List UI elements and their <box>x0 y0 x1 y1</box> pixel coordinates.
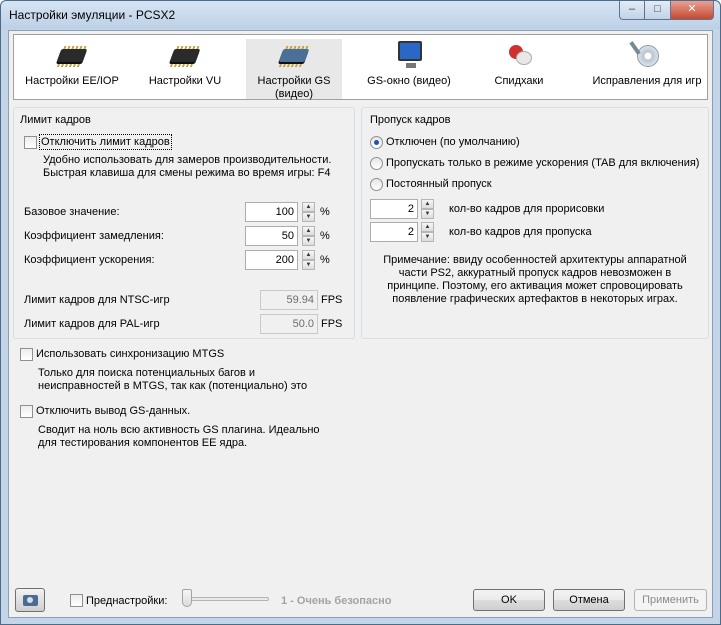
disc-wrench-icon <box>629 41 663 69</box>
cancel-button[interactable]: Отмена <box>553 589 625 611</box>
dialog-client: Настройки EE/IOP Настройки VU Настройки … <box>8 30 713 618</box>
tab-vu[interactable]: Настройки VU <box>130 39 240 99</box>
tab-speedhacks-label: Спидхаки <box>494 75 544 87</box>
window-title: Настройки эмуляции - PCSX2 <box>9 8 176 22</box>
frames-to-skip-input[interactable]: 2 <box>370 222 418 242</box>
maximize-button[interactable]: □ <box>645 1 671 20</box>
tab-gamefixes-label: Исправления для игр <box>592 75 702 87</box>
presets-checkbox[interactable] <box>70 594 83 607</box>
tab-gs[interactable]: Настройки GS (видео) <box>246 39 342 100</box>
pills-icon <box>503 41 535 69</box>
disable-frame-limit-checkbox[interactable] <box>24 136 37 149</box>
minimize-button[interactable]: – <box>619 1 645 20</box>
tab-gs-window[interactable]: GS-окно (видео) <box>354 39 464 99</box>
chip-icon <box>56 41 88 69</box>
close-button[interactable]: ✕ <box>671 1 714 20</box>
frame-skip-title: Пропуск кадров <box>370 114 451 126</box>
tab-ee-iop-label: Настройки EE/IOP <box>25 75 119 87</box>
window-controls: – □ ✕ <box>619 1 714 20</box>
base-value-input[interactable]: 100 <box>245 202 298 222</box>
frames-to-skip-label: кол-во кадров для пропуска <box>449 226 592 238</box>
pal-limit-value: 50.0 <box>260 314 318 334</box>
frame-skip-note: Примечание: ввиду особенностей архитекту… <box>383 254 687 305</box>
turbo-label: Коэффициент ускорения: <box>24 254 155 266</box>
ntsc-fps-unit: FPS <box>321 294 343 306</box>
monitor-icon <box>393 41 425 69</box>
turbo-input[interactable]: 200 <box>245 250 298 270</box>
disable-gs-output-checkbox[interactable] <box>20 405 33 418</box>
ok-button[interactable]: OK <box>473 589 545 611</box>
frame-limit-title: Лимит кадров <box>20 114 91 126</box>
tab-gs-window-label: GS-окно (видео) <box>367 75 451 87</box>
frame-skip-option-turbo[interactable]: Пропускать только в режиме ускорения (TA… <box>386 157 699 169</box>
frame-skip-group: Пропуск кадров Отключен (по умолчанию) П… <box>361 107 709 339</box>
pal-limit-label: Лимит кадров для PAL-игр <box>24 318 160 330</box>
presets-label[interactable]: Преднастройки: <box>86 595 167 607</box>
apply-button[interactable]: Применить <box>634 589 707 611</box>
mtgs-checkbox[interactable] <box>20 348 33 361</box>
tab-gamefixes[interactable]: Исправления для игр <box>588 39 706 99</box>
disable-frame-limit-label[interactable]: Отключить лимит кадров <box>39 134 172 150</box>
base-value-unit: % <box>320 206 330 218</box>
gs-output-desc-2: для тестирования компонентов EE ядра. <box>38 437 248 449</box>
frame-skip-radio-turbo[interactable] <box>370 157 383 170</box>
mtgs-label[interactable]: Использовать синхронизацию MTGS <box>36 348 224 360</box>
base-value-label: Базовое значение: <box>24 206 120 218</box>
title-bar[interactable]: Настройки эмуляции - PCSX2 – □ ✕ <box>1 1 720 29</box>
slow-motion-spinner[interactable]: ▲ ▼ <box>302 226 315 246</box>
frame-skip-option-constant[interactable]: Постоянный пропуск <box>386 178 492 190</box>
tab-gs-label: Настройки GS (видео) <box>257 75 331 100</box>
mtgs-desc-2: неисправностей в MTGS, так как (потенциа… <box>38 380 308 392</box>
slow-motion-unit: % <box>320 230 330 242</box>
screenshot-button[interactable] <box>15 588 45 612</box>
presets-level-text: 1 - Очень безопасно <box>281 595 392 607</box>
frame-limit-group: Лимит кадров Отключить лимит кадров Удоб… <box>13 107 355 339</box>
frame-skip-radio-constant[interactable] <box>370 178 383 191</box>
frame-limit-desc-2: Быстрая клавиша для смены режима во врем… <box>43 167 331 179</box>
frames-to-draw-label: кол-во кадров для прорисовки <box>449 203 605 215</box>
presets-slider-thumb[interactable] <box>182 589 192 607</box>
mtgs-desc-1: Только для поиска потенциальных багов и <box>38 367 256 379</box>
category-toolbar: Настройки EE/IOP Настройки VU Настройки … <box>13 34 708 100</box>
frame-limit-desc-1: Удобно использовать для замеров производ… <box>43 154 332 166</box>
tab-ee-iop[interactable]: Настройки EE/IOP <box>17 39 127 99</box>
turbo-unit: % <box>320 254 330 266</box>
frames-to-draw-input[interactable]: 2 <box>370 199 418 219</box>
base-value-spinner[interactable]: ▲ ▼ <box>302 202 315 222</box>
slow-motion-input[interactable]: 50 <box>245 226 298 246</box>
ntsc-limit-label: Лимит кадров для NTSC-игр <box>24 294 170 306</box>
frames-to-draw-spinner[interactable]: ▲ ▼ <box>421 199 434 219</box>
frame-skip-radio-disabled[interactable] <box>370 136 383 149</box>
slow-motion-label: Коэффициент замедления: <box>24 230 164 242</box>
dialog-window: Настройки эмуляции - PCSX2 – □ ✕ Настрой… <box>0 0 721 625</box>
gs-output-desc-1: Сводит на ноль всю активность GS плагина… <box>38 424 320 436</box>
camera-icon <box>23 595 38 606</box>
turbo-spinner[interactable]: ▲ ▼ <box>302 250 315 270</box>
tab-vu-label: Настройки VU <box>148 75 222 87</box>
frame-skip-option-disabled[interactable]: Отключен (по умолчанию) <box>386 136 520 148</box>
chip-icon <box>169 41 201 69</box>
presets-slider-track[interactable] <box>185 597 269 601</box>
gs-chip-icon <box>278 41 310 69</box>
ntsc-limit-value: 59.94 <box>260 290 318 310</box>
frames-to-skip-spinner[interactable]: ▲ ▼ <box>421 222 434 242</box>
pal-fps-unit: FPS <box>321 318 343 330</box>
tab-speedhacks[interactable]: Спидхаки <box>464 39 574 99</box>
disable-gs-output-label[interactable]: Отключить вывод GS-данных. <box>36 405 190 417</box>
